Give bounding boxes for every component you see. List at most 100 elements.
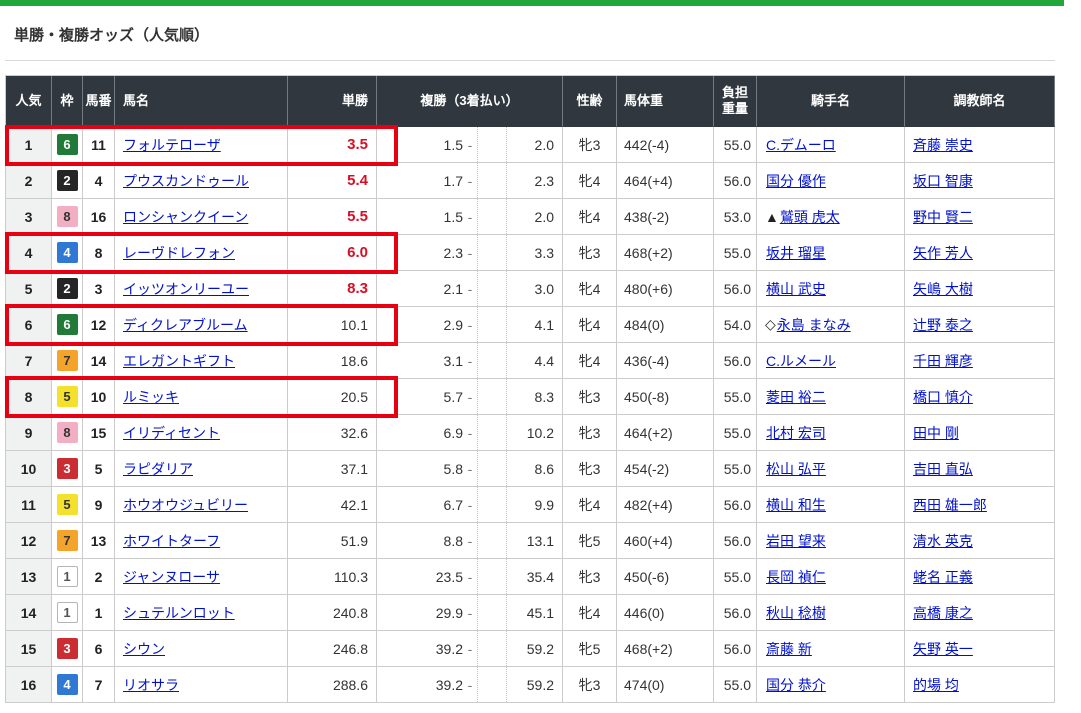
horse-link[interactable]: ホウオウジュビリー — [123, 495, 248, 515]
win-odds-value: 32.6 — [341, 425, 368, 441]
horse-link[interactable]: イッツオンリーユー — [123, 279, 249, 299]
jockey-cell: C.デムーロ — [757, 127, 905, 163]
place-odds-high: 59.2 — [507, 641, 562, 657]
trainer-link[interactable]: 吉田 直弘 — [913, 459, 973, 479]
waku-badge: 8 — [57, 206, 78, 227]
horse-name-cell: フォルテローザ — [115, 127, 288, 163]
jockey-cell: 北村 宏司 — [757, 415, 905, 451]
weight-cell: 474(0) — [617, 667, 714, 703]
place-odds-cell: 1.7 - 2.3 — [377, 163, 563, 199]
win-odds-cell: 3.5 — [288, 127, 377, 163]
place-odds-gap — [477, 487, 507, 522]
trainer-link[interactable]: 田中 剛 — [913, 423, 959, 443]
place-odds-range: 6.9 - 10.2 — [377, 415, 562, 450]
jockey-cell: C.ルメール — [757, 343, 905, 379]
jockey-link[interactable]: 永島 まなみ — [777, 315, 851, 335]
trainer-link[interactable]: 辻野 泰之 — [913, 315, 973, 335]
waku-cell: 2 — [52, 163, 83, 199]
place-odds-low: 29.9 — [377, 605, 463, 621]
trainer-link[interactable]: 千田 輝彦 — [913, 351, 973, 371]
load-cell: 56.0 — [714, 595, 757, 631]
sex-age-cell: 牝3 — [563, 235, 617, 271]
table-row: 14 1 1 シュテルンロット 240.8 29.9 - 45.1 牝4 446… — [6, 595, 1055, 631]
win-odds-cell: 5.4 — [288, 163, 377, 199]
place-odds-gap — [477, 379, 507, 414]
trainer-link[interactable]: 矢作 芳人 — [913, 243, 973, 263]
place-odds-cell: 2.3 - 3.3 — [377, 235, 563, 271]
trainer-cell: 的場 均 — [905, 667, 1055, 703]
jockey-link[interactable]: 松山 弘平 — [766, 459, 826, 479]
horse-name-cell: シュテルンロット — [115, 595, 288, 631]
trainer-link[interactable]: 坂口 智康 — [913, 171, 973, 191]
win-odds-cell: 8.3 — [288, 271, 377, 307]
sex-age-cell: 牝3 — [563, 667, 617, 703]
trainer-link[interactable]: 高橋 康之 — [913, 603, 973, 623]
trainer-link[interactable]: 矢嶋 大樹 — [913, 279, 973, 299]
horse-link[interactable]: ディクレアブルーム — [123, 315, 248, 335]
jockey-link[interactable]: C.ルメール — [766, 351, 836, 371]
table-row: 7 7 14 エレガントギフト 18.6 3.1 - 4.4 牝4 436(-4… — [6, 343, 1055, 379]
trainer-link[interactable]: 西田 雄一郎 — [913, 495, 987, 515]
horse-link[interactable]: ルミッキ — [123, 387, 179, 407]
place-odds-dash: - — [463, 461, 477, 477]
jockey-link[interactable]: C.デムーロ — [766, 135, 836, 155]
horse-link[interactable]: イリディセント — [123, 423, 220, 443]
place-odds-gap — [477, 451, 507, 486]
place-odds-gap — [477, 667, 507, 702]
place-odds-gap — [477, 199, 507, 234]
place-odds-dash: - — [463, 353, 477, 369]
horse-link[interactable]: ホワイトターフ — [123, 531, 220, 551]
win-odds-cell: 32.6 — [288, 415, 377, 451]
horse-link[interactable]: リオサラ — [123, 675, 179, 695]
waku-cell: 2 — [52, 271, 83, 307]
win-odds-cell: 5.5 — [288, 199, 377, 235]
win-odds-value: 5.5 — [347, 208, 368, 225]
horse-link[interactable]: ロンシャンクイーン — [123, 207, 248, 227]
horse-link[interactable]: シウン — [123, 639, 165, 659]
trainer-link[interactable]: 矢野 英一 — [913, 639, 973, 659]
horse-link[interactable]: ラピダリア — [123, 459, 193, 479]
jockey-link[interactable]: 秋山 稔樹 — [766, 603, 826, 623]
jockey-cell: 国分 恭介 — [757, 667, 905, 703]
jockey-link[interactable]: 斎藤 新 — [766, 639, 812, 659]
jockey-link[interactable]: 横山 武史 — [766, 279, 826, 299]
waku-cell: 5 — [52, 379, 83, 415]
jockey-link[interactable]: 岩田 望来 — [766, 531, 826, 551]
trainer-cell: 橋口 慎介 — [905, 379, 1055, 415]
trainer-link[interactable]: 野中 賢二 — [913, 207, 973, 227]
top-accent-bar — [0, 0, 1064, 6]
sex-age-cell: 牝5 — [563, 631, 617, 667]
horse-link[interactable]: ジャンヌローサ — [123, 567, 220, 587]
trainer-link[interactable]: 清水 英克 — [913, 531, 973, 551]
horse-link[interactable]: シュテルンロット — [123, 603, 235, 623]
jockey-link[interactable]: 菱田 裕二 — [766, 387, 826, 407]
place-odds-gap — [477, 307, 507, 342]
place-odds-high: 4.1 — [507, 317, 562, 333]
trainer-link[interactable]: 蛯名 正義 — [913, 567, 973, 587]
sex-age-cell: 牝4 — [563, 343, 617, 379]
jockey-link[interactable]: 国分 恭介 — [766, 675, 826, 695]
jockey-link[interactable]: 横山 和生 — [766, 495, 826, 515]
horse-link[interactable]: フォルテローザ — [123, 135, 221, 155]
horse-link[interactable]: プウスカンドゥール — [123, 171, 249, 191]
jockey-link[interactable]: 国分 優作 — [766, 171, 826, 191]
waku-badge: 1 — [57, 602, 78, 623]
jockey-link[interactable]: 長岡 禎仁 — [766, 567, 826, 587]
load-cell: 55.0 — [714, 559, 757, 595]
jockey-link[interactable]: 北村 宏司 — [766, 423, 826, 443]
win-odds-value: 240.8 — [333, 605, 368, 621]
horse-link[interactable]: エレガントギフト — [123, 351, 235, 371]
trainer-link[interactable]: 橋口 慎介 — [913, 387, 973, 407]
table-row: 6 6 12 ディクレアブルーム 10.1 2.9 - 4.1 牝4 484(0… — [6, 307, 1055, 343]
place-odds-range: 39.2 - 59.2 — [377, 667, 562, 702]
weight-cell: 450(-8) — [617, 379, 714, 415]
trainer-link[interactable]: 斉藤 崇史 — [913, 135, 973, 155]
rank-cell: 3 — [6, 199, 52, 235]
jockey-link[interactable]: 鷲頭 虎太 — [780, 207, 840, 227]
horse-link[interactable]: レーヴドレフォン — [123, 243, 235, 263]
place-odds-low: 8.8 — [377, 533, 463, 549]
rank-cell: 6 — [6, 307, 52, 343]
trainer-link[interactable]: 的場 均 — [913, 675, 959, 695]
place-odds-gap — [477, 271, 507, 306]
jockey-link[interactable]: 坂井 瑠星 — [766, 243, 826, 263]
